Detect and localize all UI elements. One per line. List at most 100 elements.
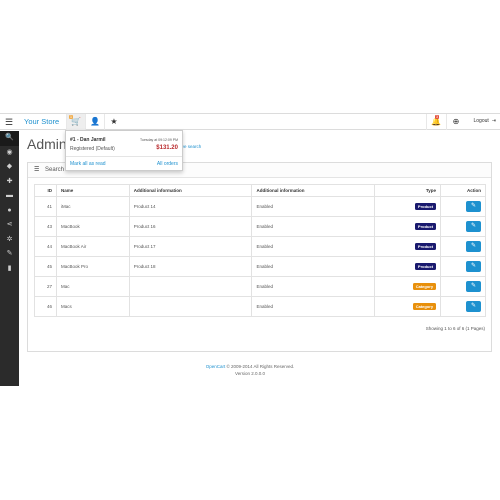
cell-info-1 [128, 296, 253, 317]
logout-label: Logout [473, 118, 489, 124]
bar-chart-icon[interactable]: ▮ [0, 262, 19, 277]
cell-id: 44 [34, 236, 57, 257]
cell-info-1 [128, 276, 253, 297]
edit-button[interactable]: ✎ [466, 301, 481, 312]
cell-info-1: Product 14 [128, 196, 253, 217]
table-row: 43 MacBook Product 16 Enabled Product ✎ [34, 216, 486, 237]
dashboard-icon[interactable]: ◉ [0, 146, 19, 161]
cell-type: Product [374, 216, 442, 237]
cell-action: ✎ [440, 196, 486, 217]
help-button[interactable]: ⊕ [446, 114, 465, 130]
cell-info-1: Product 17 [128, 236, 253, 257]
table-row: 27 Mac Enabled Category ✎ [34, 276, 486, 297]
table-header-row: ID Name Additional information Additiona… [34, 184, 486, 197]
divider [66, 156, 182, 157]
cell-action: ✎ [440, 296, 486, 317]
col-name[interactable]: Name [55, 184, 130, 197]
cell-info-2: Enabled [251, 276, 376, 297]
col-info-1[interactable]: Additional information [128, 184, 253, 197]
cell-action: ✎ [440, 256, 486, 277]
cell-info-2: Enabled [251, 216, 376, 237]
col-info-2[interactable]: Additional information [251, 184, 376, 197]
col-action: Action [440, 184, 486, 197]
table-row: 46 Macs Enabled Category ✎ [34, 296, 486, 317]
order-customer[interactable]: #1 - Dan Jarmil [70, 137, 106, 143]
cell-name: MacBook Pro [55, 256, 130, 277]
shopping-cart-icon[interactable]: ▬ [0, 189, 19, 204]
cell-id: 45 [34, 256, 57, 277]
cell-name: Macs [55, 296, 130, 317]
cell-name: iMac [55, 196, 130, 217]
user-icon[interactable]: ● [0, 204, 19, 219]
store-brand[interactable]: Your Store [24, 117, 59, 126]
user-icon: 👤 [90, 117, 100, 126]
cell-action: ✎ [440, 216, 486, 237]
alerts-badge: 3 [435, 115, 439, 119]
type-badge: Product [414, 223, 437, 230]
order-status: Registered (Default) [70, 146, 115, 152]
cell-id: 43 [34, 216, 57, 237]
col-id[interactable]: ID [34, 184, 57, 197]
type-badge: Product [414, 203, 437, 210]
list-icon: ☰ [34, 167, 40, 173]
cell-id: 41 [34, 196, 57, 217]
sign-out-icon: ⇥ [491, 118, 496, 124]
orders-badge: 1 [69, 115, 73, 119]
type-badge: Product [414, 243, 437, 250]
app-window: ☰ Your Store 1 🛒 👤 ★ 3 🔔 ⊕ Logout ⇥ 🔍 ◉ ◆… [0, 113, 500, 386]
cell-id: 27 [34, 276, 57, 297]
cell-name: Mac [55, 276, 130, 297]
edit-button[interactable]: ✎ [466, 221, 481, 232]
wrench-icon[interactable]: ✎ [0, 247, 19, 262]
edit-button[interactable]: ✎ [466, 201, 481, 212]
cell-info-1: Product 16 [128, 216, 253, 237]
cell-type: Product [374, 256, 442, 277]
edit-button[interactable]: ✎ [466, 241, 481, 252]
cell-action: ✎ [440, 276, 486, 297]
alerts-button[interactable]: 3 🔔 [426, 114, 445, 130]
customers-button[interactable]: 👤 [85, 114, 104, 130]
bars-icon[interactable]: ☰ [2, 116, 16, 128]
star-icon: ★ [110, 117, 118, 126]
top-header: ☰ Your Store 1 🛒 👤 ★ 3 🔔 ⊕ Logout ⇥ [0, 113, 500, 130]
cell-type: Category [374, 276, 442, 297]
type-badge: Category [412, 283, 437, 290]
cell-info-2: Enabled [251, 236, 376, 257]
type-badge: Product [414, 263, 437, 270]
edit-button[interactable]: ✎ [466, 281, 481, 292]
cell-type: Product [374, 196, 442, 217]
mark-all-read-link[interactable]: Mark all as read [70, 161, 106, 167]
puzzle-icon[interactable]: ✚ [0, 175, 19, 190]
orders-dropdown: #1 - Dan Jarmil Tuesday at 09:12:09 PM R… [65, 130, 183, 171]
col-type[interactable]: Type [374, 184, 442, 197]
search-icon[interactable]: 🔍 [0, 131, 19, 146]
search-panel: ☰ Search … ID Name Additional informatio… [27, 162, 492, 352]
table-row: 44 MacBook Air Product 17 Enabled Product ✎ [34, 236, 486, 257]
cell-id: 46 [34, 296, 57, 317]
order-total: $131.20 [156, 145, 178, 151]
footer-link[interactable]: OpenCart [206, 364, 226, 369]
pagination-summary: Showing 1 to 6 of 6 (1 Pages) [425, 326, 485, 331]
tags-icon[interactable]: ◆ [0, 160, 19, 175]
cell-type: Category [374, 296, 442, 317]
sidebar: 🔍 ◉ ◆ ✚ ▬ ● ⋖ ✲ ✎ ▮ [0, 131, 19, 386]
cell-info-1: Product 18 [128, 256, 253, 277]
cell-info-2: Enabled [251, 196, 376, 217]
cell-name: MacBook Air [55, 236, 130, 257]
gear-icon[interactable]: ✲ [0, 233, 19, 248]
cell-name: MacBook [55, 216, 130, 237]
logout-button[interactable]: Logout ⇥ [471, 118, 497, 124]
cell-info-2: Enabled [251, 296, 376, 317]
type-badge: Category [412, 303, 437, 310]
all-orders-link[interactable]: All orders [157, 161, 178, 167]
results-table: ID Name Additional information Additiona… [34, 184, 486, 317]
table-row: 41 iMac Product 14 Enabled Product ✎ [34, 196, 486, 217]
page-title: Admini [27, 136, 70, 152]
order-date: Tuesday at 09:12:09 PM [139, 138, 178, 142]
orders-button[interactable]: 1 🛒 [66, 114, 85, 130]
cell-info-2: Enabled [251, 256, 376, 277]
reviews-button[interactable]: ★ [104, 114, 123, 130]
edit-button[interactable]: ✎ [466, 261, 481, 272]
share-icon[interactable]: ⋖ [0, 218, 19, 233]
footer: OpenCart © 2009-2014 All Rights Reserved… [0, 363, 500, 377]
